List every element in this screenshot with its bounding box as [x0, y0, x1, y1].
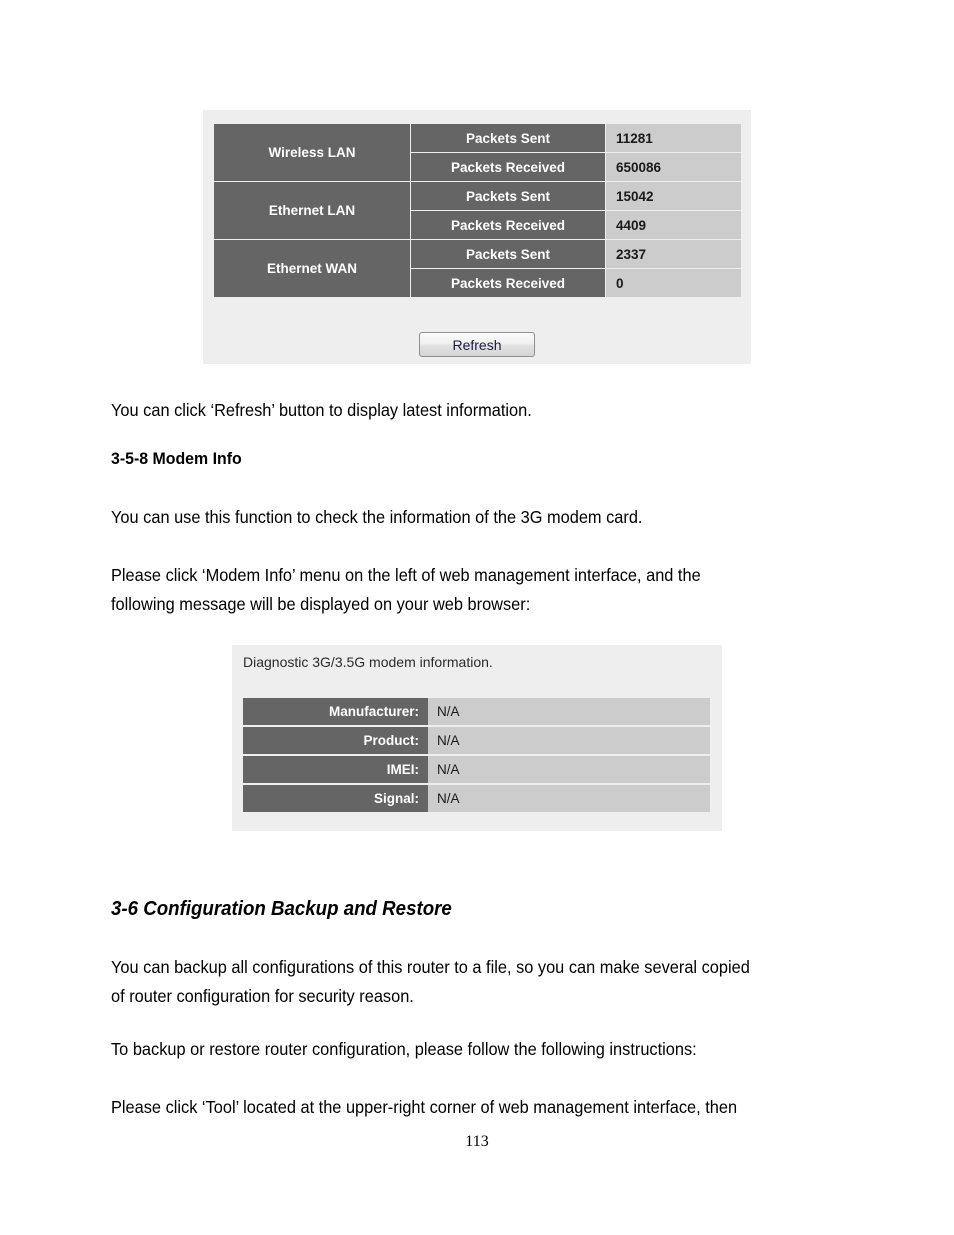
- traffic-statistics-table: Wireless LAN Packets Sent 11281 Packets …: [213, 123, 742, 298]
- page-number: 113: [465, 1133, 489, 1150]
- metric-label-wlan-sent: Packets Sent: [411, 124, 605, 152]
- modem-label-product: Product:: [243, 727, 428, 754]
- heading-3-6-configuration-backup-and-restore: 3-6 Configuration Backup and Restore: [111, 898, 452, 920]
- modem-value-signal: N/A: [428, 785, 710, 812]
- modem-info-screenshot-panel: Diagnostic 3G/3.5G modem information. Ma…: [232, 645, 722, 831]
- metric-value-elan-received: 4409: [606, 211, 741, 239]
- table-row: Ethernet LAN Packets Sent 15042: [214, 182, 741, 239]
- metric-label-elan-sent: Packets Sent: [411, 182, 605, 210]
- metric-value-ewan-sent: 2337: [606, 240, 741, 268]
- modem-value-manufacturer: N/A: [428, 698, 710, 725]
- metric-value-wlan-sent: 11281: [606, 124, 741, 152]
- table-row: Product: N/A: [243, 727, 710, 754]
- paragraph-modem-click: Please click ‘Modem Info’ menu on the le…: [111, 565, 701, 614]
- table-row: Ethernet WAN Packets Sent 2337: [214, 240, 741, 297]
- table-row: Signal: N/A: [243, 785, 710, 812]
- modem-label-signal: Signal:: [243, 785, 428, 812]
- modem-value-imei: N/A: [428, 756, 710, 783]
- modem-label-imei: IMEI:: [243, 756, 428, 783]
- metric-value-elan-sent: 15042: [606, 182, 741, 210]
- metric-label-ewan-received: Packets Received: [411, 269, 605, 297]
- paragraph-backup-instructions: To backup or restore router configuratio…: [111, 1039, 697, 1059]
- paragraph-tool-click: Please click ‘Tool’ located at the upper…: [111, 1097, 738, 1117]
- statistics-screenshot-panel: Wireless LAN Packets Sent 11281 Packets …: [203, 110, 751, 364]
- metric-value-ewan-received: 0: [606, 269, 741, 297]
- paragraph-modem-intro: You can use this function to check the i…: [111, 507, 643, 527]
- refresh-button-row: Refresh: [203, 332, 751, 357]
- category-wireless-lan: Wireless LAN: [214, 124, 410, 181]
- table-row: Wireless LAN Packets Sent 11281: [214, 124, 741, 181]
- modem-info-table: Manufacturer: N/A Product: N/A IMEI: N/A…: [243, 696, 710, 814]
- metric-label-ewan-sent: Packets Sent: [411, 240, 605, 268]
- table-row: IMEI: N/A: [243, 756, 710, 783]
- metric-label-elan-received: Packets Received: [411, 211, 605, 239]
- category-ethernet-lan: Ethernet LAN: [214, 182, 410, 239]
- modem-info-caption: Diagnostic 3G/3.5G modem information.: [243, 654, 493, 670]
- metric-value-wlan-received: 650086: [606, 153, 741, 181]
- category-ethernet-wan: Ethernet WAN: [214, 240, 410, 297]
- heading-3-5-8-modem-info: 3-5-8 Modem Info: [111, 449, 242, 468]
- refresh-button[interactable]: Refresh: [419, 332, 535, 357]
- document-page: Wireless LAN Packets Sent 11281 Packets …: [0, 0, 954, 1235]
- paragraph-refresh-note: You can click ‘Refresh’ button to displa…: [111, 400, 532, 420]
- metric-label-wlan-received: Packets Received: [411, 153, 605, 181]
- modem-value-product: N/A: [428, 727, 710, 754]
- table-row: Manufacturer: N/A: [243, 698, 710, 725]
- paragraph-backup-intro: You can backup all configurations of thi…: [111, 957, 750, 1006]
- modem-label-manufacturer: Manufacturer:: [243, 698, 428, 725]
